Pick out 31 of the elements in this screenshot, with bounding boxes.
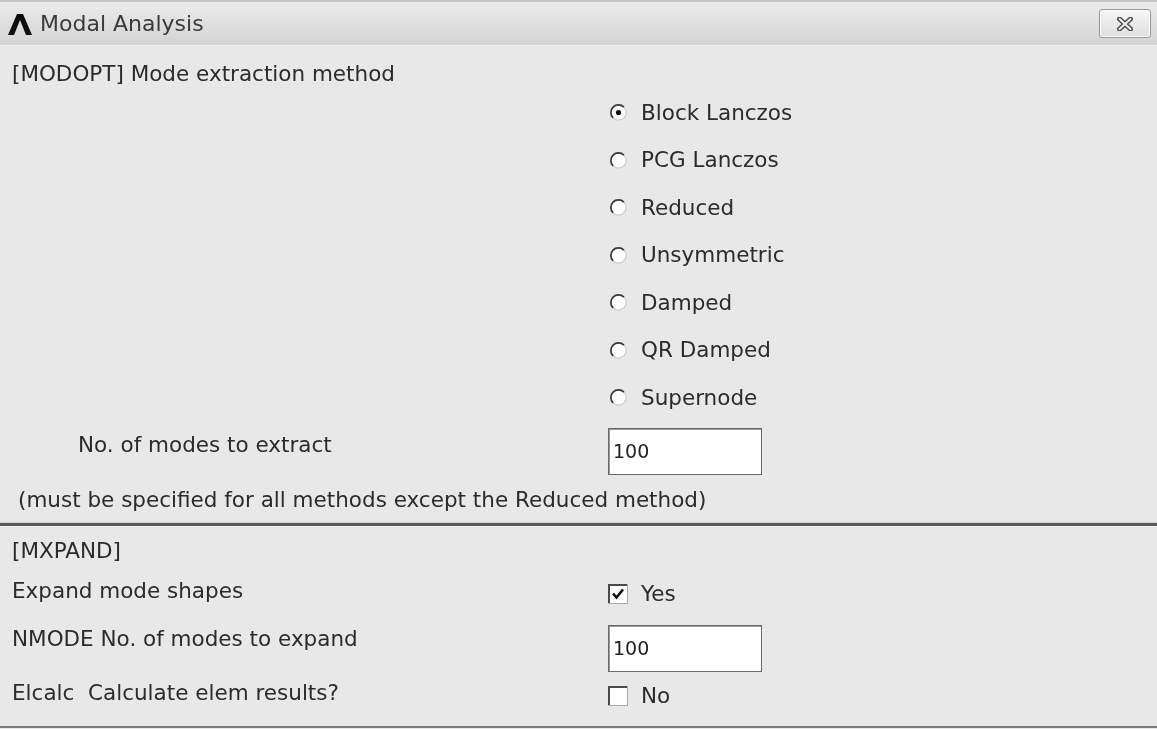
checkbox-option[interactable]: Yes <box>608 580 676 607</box>
checkbox-icon[interactable] <box>608 583 628 604</box>
note-text: (must be specified for all methods except the Reduced method) <box>18 486 707 513</box>
radio-option[interactable]: Damped <box>610 279 733 327</box>
field-label: Expand mode shapes <box>12 577 244 604</box>
radio-option[interactable]: Supernode <box>610 374 758 422</box>
input-field[interactable]: 100 <box>608 427 762 475</box>
radio-option[interactable]: Block Lanczos <box>610 89 793 137</box>
radio-icon[interactable] <box>610 151 627 169</box>
radio-option[interactable]: PCG Lanczos <box>610 136 779 184</box>
radio-icon[interactable] <box>610 389 627 407</box>
radio-icon[interactable] <box>610 246 627 264</box>
radio-icon[interactable] <box>610 294 627 312</box>
radio-option[interactable]: Reduced <box>610 184 735 232</box>
close-button[interactable] <box>1099 9 1151 38</box>
app-logo-icon <box>7 12 33 35</box>
radio-option[interactable]: Unsymmetric <box>610 231 785 279</box>
field-label: No. of modes to extract <box>78 431 332 458</box>
window-title: Modal Analysis <box>40 10 204 37</box>
field-label: NMODE No. of modes to expand <box>12 625 358 652</box>
input-field[interactable]: 100 <box>608 624 762 672</box>
radio-option[interactable]: QR Damped <box>610 326 771 374</box>
checkbox-icon[interactable] <box>608 685 628 706</box>
section-heading: [MXPAND] <box>12 537 121 564</box>
section-heading: [MODOPT] Mode extraction method <box>12 61 395 87</box>
close-icon <box>1117 16 1133 31</box>
field-label: Elcalc Calculate elem results? <box>12 679 339 706</box>
radio-icon[interactable] <box>610 341 627 359</box>
radio-icon[interactable] <box>610 199 627 217</box>
checkbox-option[interactable]: No <box>608 682 671 709</box>
radio-icon[interactable] <box>610 104 627 122</box>
